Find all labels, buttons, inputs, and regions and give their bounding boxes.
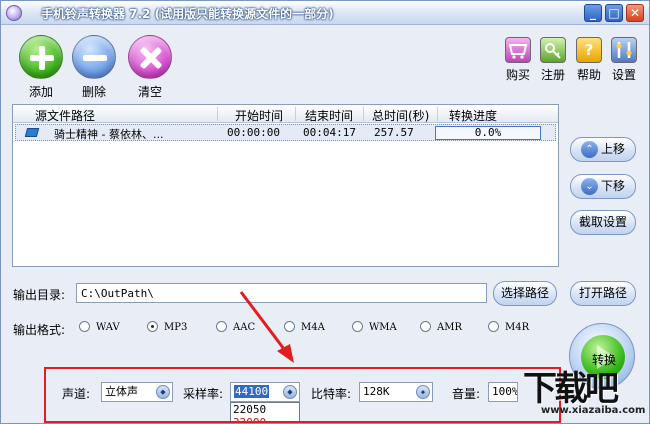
watermark-logo: 下载吧 www.xiazaiba.com — [513, 361, 649, 423]
format-radio-mp3[interactable]: MP3 — [147, 321, 187, 333]
format-radio-m4a[interactable]: M4A — [284, 321, 325, 333]
radio-dot[interactable] — [420, 321, 431, 332]
radio-dot[interactable] — [79, 321, 90, 332]
chevron-down-icon: ⌄ — [580, 178, 598, 195]
format-m4a-label: M4A — [301, 322, 325, 333]
table-row[interactable]: 骑士精神 - 蔡依林、... 00:00:00 00:04:17 257.57 … — [15, 124, 556, 141]
add-label: 添加 — [28, 85, 53, 99]
help-label: 帮助 — [576, 68, 601, 82]
settings-button[interactable]: 设置 — [607, 37, 641, 83]
delete-button[interactable]: 删除 — [69, 35, 119, 100]
maximize-button[interactable]: □ — [605, 4, 623, 22]
window-title: 手机铃声转换器 7.2 (试用版只能转换源文件的一部分) — [41, 7, 334, 21]
x-icon — [128, 35, 172, 79]
format-radio-wav[interactable]: WAV — [79, 321, 120, 333]
file-list[interactable]: 源文件路径 开始时间 结束时间 总时间(秒) 转换进度 骑士精神 - 蔡依林、.… — [12, 104, 559, 267]
move-down-button[interactable]: ⌄ 下移 — [570, 174, 636, 199]
progress-bar: 0.0% — [435, 126, 541, 140]
format-radio-amr[interactable]: AMR — [420, 321, 462, 333]
chevron-up-icon: ⌃ — [580, 141, 598, 158]
column-header-start[interactable]: 开始时间 — [235, 107, 283, 124]
question-icon: ? — [576, 37, 602, 63]
output-dir-label: 输出目录: — [13, 288, 66, 302]
format-radio-wma[interactable]: WMA — [352, 321, 397, 333]
column-header-end[interactable]: 结束时间 — [305, 107, 353, 124]
radio-dot[interactable] — [284, 321, 295, 332]
progress-text: 0.0% — [474, 126, 502, 139]
app-icon — [6, 5, 22, 21]
title-bar[interactable]: 手机铃声转换器 7.2 (试用版只能转换源文件的一部分) _ □ ✕ — [1, 1, 649, 25]
row-end: 00:04:17 — [303, 126, 356, 139]
buy-label: 购买 — [505, 68, 530, 82]
column-header-progress[interactable]: 转换进度 — [449, 107, 497, 124]
radio-dot[interactable] — [352, 321, 363, 332]
output-format-label: 输出格式: — [13, 323, 66, 337]
move-up-button[interactable]: ⌃ 上移 — [570, 137, 636, 162]
buy-button[interactable]: 购买 — [501, 37, 535, 83]
column-header-path[interactable]: 源文件路径 — [35, 107, 95, 124]
format-radio-m4r[interactable]: M4R — [488, 321, 529, 333]
plus-icon — [19, 35, 63, 79]
row-start: 00:00:00 — [227, 126, 280, 139]
close-button[interactable]: ✕ — [626, 4, 644, 22]
key-icon — [540, 37, 566, 63]
clear-label: 清空 — [137, 85, 162, 99]
app-window: 手机铃声转换器 7.2 (试用版只能转换源文件的一部分) _ □ ✕ 添加 删除… — [0, 0, 650, 424]
format-aac-label: AAC — [233, 322, 256, 333]
row-total: 257.57 — [374, 126, 414, 139]
music-file-icon — [24, 128, 40, 137]
add-button[interactable]: 添加 — [16, 35, 66, 100]
format-mp3-label: MP3 — [164, 322, 188, 333]
watermark-url: www.xiazaiba.com — [541, 405, 646, 416]
column-header-total[interactable]: 总时间(秒) — [372, 107, 429, 124]
move-up-label: 上移 — [600, 142, 625, 156]
clear-button[interactable]: 清空 — [125, 35, 175, 100]
radio-dot[interactable] — [216, 321, 227, 332]
minus-icon — [72, 35, 116, 79]
file-list-header: 源文件路径 开始时间 结束时间 总时间(秒) 转换进度 — [13, 105, 558, 123]
cart-icon — [505, 37, 531, 63]
watermark-logo-text: 下载吧 — [523, 369, 619, 409]
tools-icon — [611, 37, 637, 63]
settings-label: 设置 — [611, 68, 636, 82]
clip-settings-button[interactable]: 截取设置 — [570, 210, 636, 235]
radio-dot[interactable] — [488, 321, 499, 332]
format-radio-aac[interactable]: AAC — [216, 321, 255, 333]
output-dir-field[interactable]: C:\OutPath\ — [76, 283, 487, 303]
radio-dot-selected[interactable] — [147, 321, 158, 332]
format-amr-label: AMR — [437, 322, 462, 333]
register-button[interactable]: 注册 — [536, 37, 570, 83]
format-wav-label: WAV — [96, 322, 120, 333]
register-label: 注册 — [540, 68, 565, 82]
open-path-button[interactable]: 打开路径 — [570, 281, 636, 306]
row-path: 骑士精神 - 蔡依林、... — [54, 128, 164, 141]
annotation-box — [44, 367, 561, 423]
help-button[interactable]: ? 帮助 — [572, 37, 606, 83]
delete-label: 删除 — [81, 85, 106, 99]
format-m4r-label: M4R — [505, 322, 530, 333]
move-down-label: 下移 — [600, 179, 625, 193]
minimize-button[interactable]: _ — [584, 4, 602, 22]
format-wma-label: WMA — [369, 322, 397, 333]
choose-path-button[interactable]: 选择路径 — [493, 281, 557, 306]
